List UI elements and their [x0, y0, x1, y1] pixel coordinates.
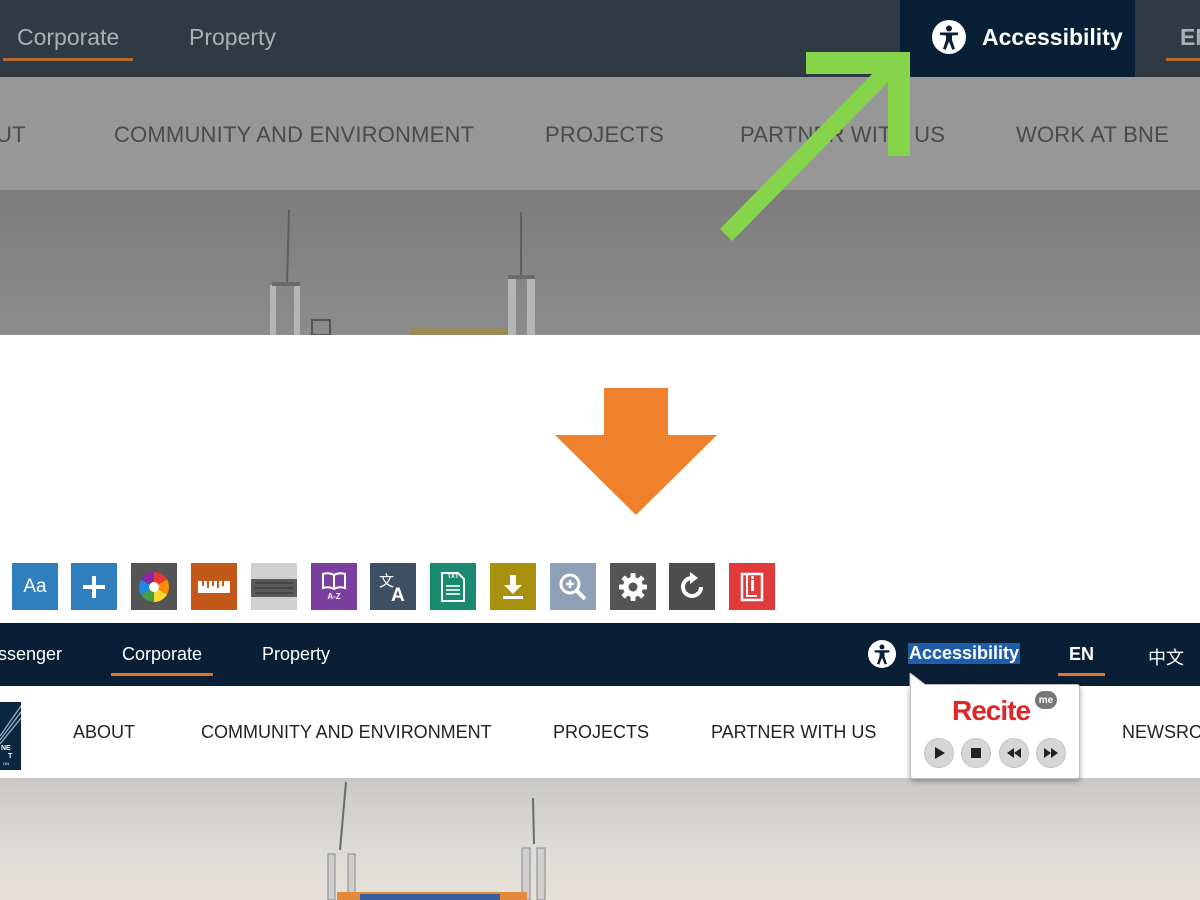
tab-passenger[interactable]: ssenger	[0, 644, 62, 665]
top-utility-bar-after: ssenger Corporate Property Accessibility…	[0, 623, 1200, 686]
reset-icon	[681, 571, 703, 598]
text-size-icon: Aa	[23, 575, 47, 597]
nav-projects[interactable]: PROJECTS	[553, 722, 649, 743]
language-en[interactable]: EN	[1057, 644, 1106, 676]
svg-text:ON: ON	[3, 761, 9, 766]
zoom-plus-button[interactable]	[71, 563, 117, 610]
nav-newsroom[interactable]: NEWSROO	[1122, 722, 1200, 743]
hero-image-after	[0, 778, 1200, 900]
dictionary-button[interactable]: A-Z	[311, 563, 357, 610]
translate-button[interactable]: 文 A	[370, 563, 416, 610]
rewind-icon	[1007, 748, 1021, 758]
color-button[interactable]	[131, 563, 177, 610]
screen-mask-button[interactable]	[251, 563, 297, 610]
accessibility-button[interactable]: Accessibility	[908, 643, 1021, 664]
recite-player-popup: Recite me	[909, 673, 1080, 779]
rewind-button[interactable]	[999, 738, 1029, 768]
magnifier-button[interactable]	[550, 563, 596, 610]
pdf-button[interactable]	[729, 563, 775, 610]
screen-mask-icon	[251, 563, 297, 610]
translate-icon: 文 A	[379, 572, 405, 604]
recite-toolbar: Aa A-Z 文 A TXT	[0, 563, 1200, 613]
reset-button[interactable]	[669, 563, 715, 610]
language-zh[interactable]: 中文	[1148, 644, 1184, 670]
dictionary-label: A-Z	[327, 592, 341, 601]
svg-text:T: T	[8, 753, 13, 760]
green-arrow-icon	[719, 52, 910, 241]
ruler-button[interactable]	[191, 563, 237, 610]
text-size-button[interactable]: Aa	[12, 563, 58, 610]
play-icon	[935, 747, 945, 759]
accessibility-icon	[868, 640, 896, 668]
nav-partner-with-us[interactable]: PARTNER WITH US	[711, 722, 876, 743]
settings-button[interactable]	[610, 563, 656, 610]
nav-about[interactable]: ABOUT	[73, 722, 135, 743]
recite-logo: Recite	[952, 695, 1031, 726]
book-icon	[322, 572, 346, 590]
svg-text:NE: NE	[1, 745, 11, 752]
recite-me-badge: me	[1035, 691, 1057, 709]
color-wheel-icon	[138, 571, 170, 602]
play-button[interactable]	[924, 738, 954, 768]
zoom-in-icon	[559, 573, 587, 600]
ruler-icon	[198, 580, 230, 593]
nav-community-and-environment[interactable]: COMMUNITY AND ENVIRONMENT	[201, 722, 492, 743]
before-screenshot: Corporate Property Accessibility EN UT C…	[0, 0, 1200, 335]
fast-forward-icon	[1044, 748, 1058, 758]
fast-forward-button[interactable]	[1036, 738, 1066, 768]
svg-text:A: A	[391, 585, 405, 604]
text-mode-label: TXT	[447, 574, 459, 580]
stop-icon	[971, 748, 981, 758]
popup-pointer	[909, 673, 931, 687]
bne-logo[interactable]: NE T ON	[0, 702, 21, 770]
download-button[interactable]	[490, 563, 536, 610]
download-icon	[503, 574, 523, 599]
text-only-button[interactable]: TXT	[430, 563, 476, 610]
stop-button[interactable]	[961, 738, 991, 768]
pdf-icon	[740, 572, 764, 601]
tab-property[interactable]: Property	[262, 644, 330, 665]
plus-icon	[83, 575, 105, 598]
tab-corporate[interactable]: Corporate	[110, 644, 214, 676]
gear-icon	[619, 572, 647, 601]
orange-down-arrow-icon	[555, 388, 717, 515]
